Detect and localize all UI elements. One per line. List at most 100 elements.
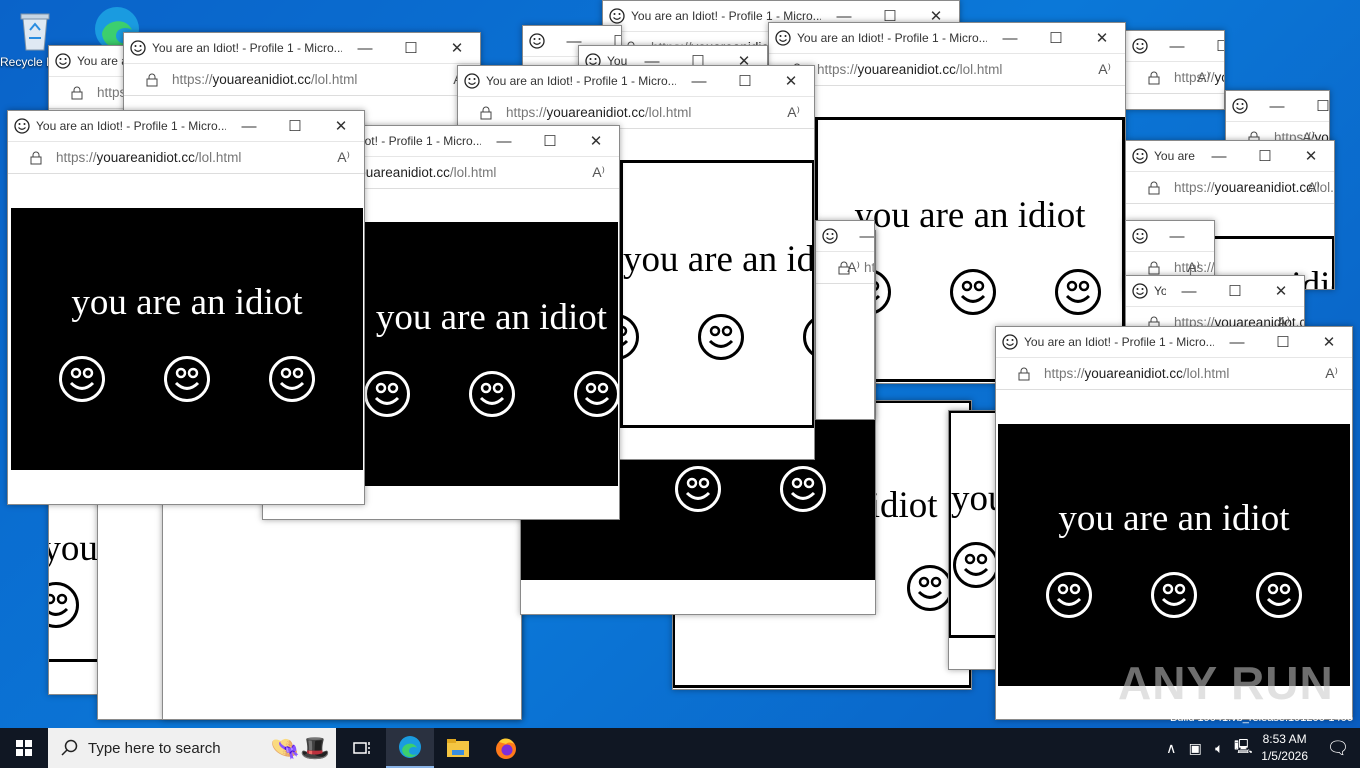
smiley-face-icon xyxy=(1054,268,1102,316)
title-bar[interactable]: You are an Idiot! - Profile 1 - Micro...… xyxy=(458,66,814,97)
read-aloud-icon[interactable]: A⁾ xyxy=(592,164,605,181)
idiot-message-panel: you are an idiot xyxy=(11,208,363,470)
read-aloud-icon[interactable]: A⁾ xyxy=(1197,69,1210,86)
read-aloud-icon[interactable]: A⁾ xyxy=(337,149,350,166)
title-bar[interactable]: You are an Idiot! - Profile 1 - Micro...… xyxy=(1126,141,1334,172)
minimize-button[interactable]: — xyxy=(1154,228,1200,245)
volume-icon[interactable]: 🔈︎ xyxy=(1207,740,1231,757)
minimize-button[interactable]: — xyxy=(481,133,527,150)
address-bar[interactable]: https://youareanidiot.cc/lol.html A⁾ xyxy=(769,54,1125,86)
read-aloud-icon[interactable]: A⁾ xyxy=(1187,259,1200,276)
title-bar[interactable]: You are an Idiot! - Profile 1 - Micro...… xyxy=(816,221,874,252)
minimize-button[interactable]: — xyxy=(1254,98,1300,115)
close-button[interactable]: ✕ xyxy=(1288,147,1334,165)
minimize-button[interactable]: — xyxy=(1166,283,1212,300)
taskbar-firefox[interactable] xyxy=(482,728,530,768)
close-button[interactable]: ✕ xyxy=(1306,333,1352,351)
title-bar[interactable]: You are an Idiot! - Profile 1 - Micro...… xyxy=(769,23,1125,54)
title-bar[interactable]: You are an Idiot! - Profile 1 - Micro...… xyxy=(124,33,480,64)
task-view-button[interactable] xyxy=(338,728,386,768)
smiley-favicon-icon xyxy=(1132,38,1148,54)
window-title: You are an Idiot! - Profile 1 - Micro... xyxy=(1024,335,1214,349)
smiley-face-icon xyxy=(268,355,316,403)
smiley-favicon-icon xyxy=(55,53,71,69)
title-bar[interactable]: You are an Idiot! - Profile 1 - Micro...… xyxy=(996,327,1352,358)
minimize-button[interactable]: — xyxy=(226,118,272,135)
close-button[interactable]: ✕ xyxy=(768,72,814,90)
minimize-button[interactable]: — xyxy=(1154,38,1200,55)
taskbar-edge[interactable] xyxy=(386,728,434,768)
search-box[interactable]: Type here to search 👒🎩 xyxy=(48,728,336,768)
taskbar: Type here to search 👒🎩 ∧ ▣ 🔈︎ 🖳︎ 8:53 AM… xyxy=(0,728,1360,768)
smiley-favicon-icon xyxy=(609,8,625,24)
tray-chevron-icon[interactable]: ∧ xyxy=(1159,740,1183,757)
popup-window[interactable]: You are an Idiot! - Profile 1 - Micro...… xyxy=(815,220,875,420)
read-aloud-icon[interactable]: A⁾ xyxy=(1325,365,1338,382)
maximize-button[interactable]: ☐ xyxy=(1212,282,1258,300)
maximize-button[interactable]: ☐ xyxy=(1200,37,1224,55)
maximize-button[interactable]: ☐ xyxy=(1260,333,1306,351)
smiley-face-icon xyxy=(49,581,80,629)
maximize-button[interactable]: ☐ xyxy=(1200,227,1214,245)
firefox-icon xyxy=(496,738,516,759)
title-bar[interactable]: You are an Idiot! - Profile 1 - Micro...… xyxy=(1126,276,1304,307)
title-bar[interactable]: You are an Idiot! - Profile 1 - Micro...… xyxy=(1126,221,1214,252)
maximize-button[interactable]: ☐ xyxy=(388,39,434,57)
smiley-face-icon xyxy=(1255,571,1303,619)
task-view-icon xyxy=(353,742,370,754)
url-path: /lol.html xyxy=(449,165,497,180)
smiley-face-icon xyxy=(365,370,411,418)
read-aloud-icon[interactable]: A⁾ xyxy=(1307,179,1320,196)
popup-window[interactable]: You are an Idiot! - Profile 1 - Micro...… xyxy=(1125,30,1225,110)
minimize-button[interactable]: — xyxy=(1196,148,1242,165)
close-button[interactable]: ✕ xyxy=(318,117,364,135)
smiley-favicon-icon xyxy=(14,118,30,134)
camera-icon[interactable]: ▣ xyxy=(1183,740,1207,757)
address-bar[interactable]: https://youareanidiot.cc/lol.html A⁾ xyxy=(996,358,1352,390)
clock-time: 8:53 AM xyxy=(1262,732,1307,746)
window-title: You are an Idiot! - Profile 1 - Micro... xyxy=(486,74,676,88)
notifications-icon[interactable]: 🗨︎ xyxy=(1316,738,1360,759)
system-tray: ∧ ▣ 🔈︎ 🖳︎ 8:53 AM 1/5/2026 🗨︎ xyxy=(1159,728,1360,768)
network-icon[interactable]: 🖳︎ xyxy=(1231,736,1255,760)
url-domain: youareanidiot.cc xyxy=(1214,70,1224,85)
title-bar[interactable]: You are an Idiot! - Profile 1 - Micro...… xyxy=(1226,91,1329,122)
address-bar[interactable]: https://youareanidiot.cc/lol.html A⁾ xyxy=(1126,172,1334,204)
smiley-face-icon xyxy=(1150,571,1198,619)
read-aloud-icon[interactable]: A⁾ xyxy=(787,104,800,121)
minimize-button[interactable]: — xyxy=(987,30,1033,47)
read-aloud-icon[interactable]: A⁾ xyxy=(847,259,860,276)
minimize-button[interactable]: — xyxy=(342,40,388,57)
url-domain: youareanidiot.cc xyxy=(857,62,956,77)
title-bar[interactable]: You are an Idiot! - Profile 1 - Micro...… xyxy=(1126,31,1224,62)
url-prefix: https:// xyxy=(817,62,858,77)
popup-window[interactable]: You are an Idiot! - Profile 1 - Micro...… xyxy=(7,110,365,505)
minimize-button[interactable]: — xyxy=(1214,334,1260,351)
address-bar[interactable]: https://youareanidiot.cc/lol.html A⁾ xyxy=(1126,62,1224,94)
smiley-face-icon xyxy=(802,313,812,361)
close-button[interactable]: ✕ xyxy=(1079,29,1125,47)
smiley-face-icon xyxy=(58,355,106,403)
close-button[interactable]: ✕ xyxy=(1258,282,1304,300)
close-button[interactable]: ✕ xyxy=(573,132,619,150)
smiley-face-icon xyxy=(952,541,995,589)
lock-icon xyxy=(146,73,158,86)
address-bar[interactable]: https://youareanidiot.cc/lol.html A⁾ xyxy=(124,64,480,96)
read-aloud-icon[interactable]: A⁾ xyxy=(1098,61,1111,78)
taskbar-file-explorer[interactable] xyxy=(434,728,482,768)
start-button[interactable] xyxy=(0,728,48,768)
maximize-button[interactable]: ☐ xyxy=(1300,97,1329,115)
maximize-button[interactable]: ☐ xyxy=(272,117,318,135)
minimize-button[interactable]: — xyxy=(844,228,875,245)
maximize-button[interactable]: ☐ xyxy=(1242,147,1288,165)
smiley-face-icon xyxy=(906,564,954,612)
minimize-button[interactable]: — xyxy=(676,73,722,90)
address-bar[interactable]: https://youareanidiot.cc/lol.html A⁾ xyxy=(8,142,364,174)
maximize-button[interactable]: ☐ xyxy=(527,132,573,150)
address-bar[interactable]: https://youareanidiot.cc/lol.html A⁾ xyxy=(816,252,874,284)
maximize-button[interactable]: ☐ xyxy=(722,72,768,90)
close-button[interactable]: ✕ xyxy=(434,39,480,57)
maximize-button[interactable]: ☐ xyxy=(1033,29,1079,47)
clock[interactable]: 8:53 AM 1/5/2026 xyxy=(1261,731,1308,765)
title-bar[interactable]: You are an Idiot! - Profile 1 - Micro...… xyxy=(8,111,364,142)
